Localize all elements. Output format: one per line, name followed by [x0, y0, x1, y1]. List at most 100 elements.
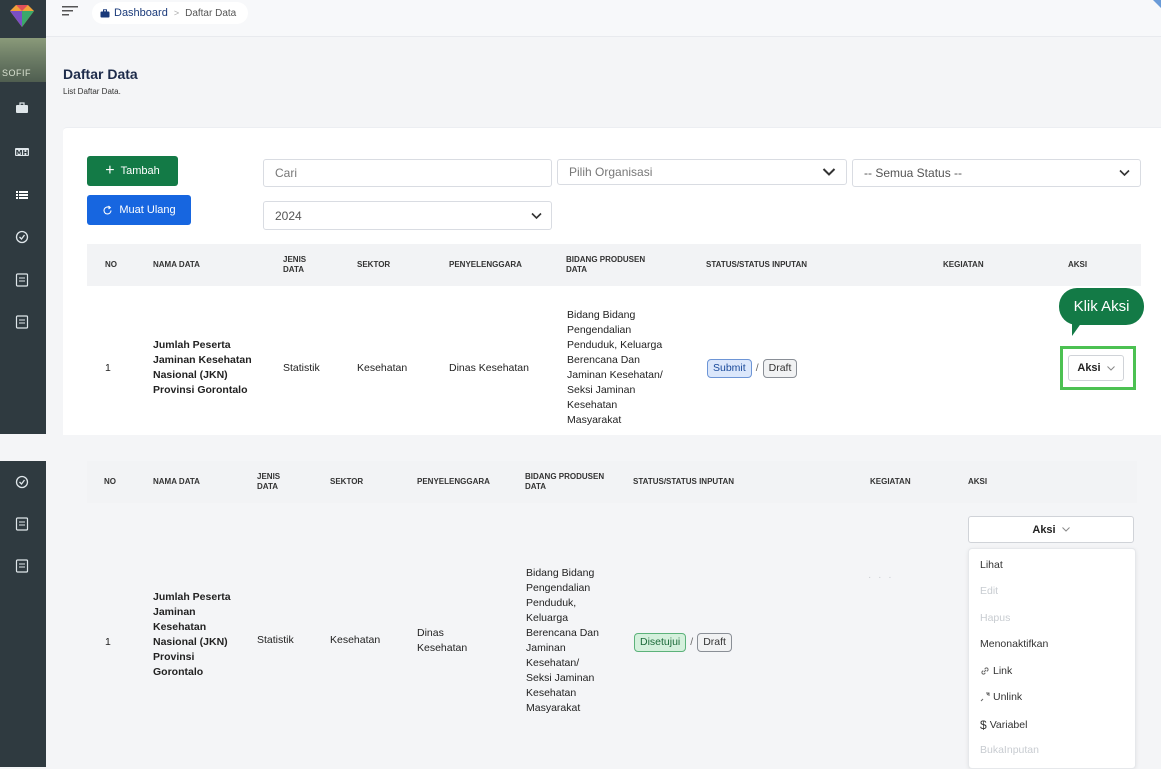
menu-item-label: Edit	[980, 585, 999, 597]
aksi-dropdown-menu: Lihat Edit Hapus Menonaktifkan Link Unli…	[968, 548, 1136, 769]
chevron-down-icon	[531, 212, 542, 219]
document-icon[interactable]	[14, 273, 30, 287]
menu-toggle-icon[interactable]	[62, 5, 78, 17]
column-header-penyelenggara: PENYELENGGARA	[449, 260, 522, 269]
check-circle-icon[interactable]	[14, 230, 30, 244]
status-select[interactable]: -- Semua Status --	[852, 159, 1141, 187]
cell-jenis-data: Statistik	[283, 362, 320, 374]
cell-bidang: Bidang Bidang Pengendalian Penduduk, Kel…	[526, 567, 599, 714]
cell-penyelenggara: Dinas Kesehatan	[417, 627, 468, 654]
svg-text:MH: MH	[16, 149, 29, 157]
column-header-nama-data: NAMA DATA	[153, 260, 200, 269]
menu-item-label: Menonaktifkan	[980, 638, 1049, 650]
chevron-down-icon	[1106, 365, 1115, 371]
menu-item-hapus: Hapus	[980, 612, 1010, 624]
year-select-value: 2024	[275, 208, 302, 223]
logo-icon	[10, 5, 34, 27]
sidebar: SOFIF MH	[0, 0, 46, 434]
menu-item-menonaktifkan[interactable]: Menonaktifkan	[980, 638, 1048, 650]
mh-icon[interactable]: MH	[14, 145, 30, 159]
status-badge: Submit	[707, 359, 752, 378]
photo-label: SOFIF	[2, 68, 31, 78]
aksi-button-label: Aksi	[1032, 523, 1056, 536]
chevron-down-icon	[822, 168, 836, 176]
breadcrumb: Dashboard > Daftar Data	[92, 2, 249, 24]
cell-status: Disetujui / Draft	[634, 633, 732, 652]
menu-item-label: Lihat	[980, 559, 1003, 571]
status-select-value: -- Semua Status --	[864, 166, 963, 180]
briefcase-icon[interactable]	[14, 101, 30, 115]
organization-select[interactable]: Pilih Organisasi	[557, 159, 847, 185]
column-header-no: NO	[105, 260, 117, 269]
aksi-button-label: Aksi	[1077, 362, 1101, 374]
menu-item-buka-inputan: BukaInputan	[980, 744, 1039, 756]
menu-item-variabel[interactable]: $ Variabel	[980, 718, 1027, 732]
plus-icon: +	[105, 162, 115, 179]
column-header-penyelenggara: PENYELENGGARA	[417, 477, 490, 486]
link-icon	[981, 667, 989, 675]
sidebar	[0, 461, 46, 767]
page-title: Daftar Data	[63, 66, 138, 82]
column-header-jenis-data: JENIS DATA	[283, 255, 307, 274]
year-select[interactable]: 2024	[263, 201, 552, 230]
column-header-aksi: AKSI	[1068, 260, 1088, 269]
column-header-nama-data: NAMA DATA	[153, 477, 200, 486]
column-header-status: STATUS/STATUS INPUTAN	[706, 260, 808, 269]
document-icon[interactable]	[14, 517, 30, 531]
reload-button[interactable]: Muat Ulang	[87, 195, 191, 225]
column-header-kegiatan: KEGIATAN	[943, 260, 984, 269]
column-header-sektor: SEKTOR	[357, 260, 391, 269]
menu-item-unlink[interactable]: Unlink	[980, 691, 1022, 703]
corner-icon	[1153, 0, 1161, 8]
tooltip-tail	[1072, 322, 1082, 336]
sidebar-photo: SOFIF	[0, 38, 46, 82]
column-header-sektor: SEKTOR	[330, 477, 364, 486]
add-button-label: Tambah	[120, 165, 160, 177]
check-circle-icon[interactable]	[14, 475, 30, 489]
menu-item-edit: Edit	[980, 585, 998, 597]
unlink-icon	[980, 692, 990, 702]
aksi-button[interactable]: Aksi	[968, 516, 1134, 543]
list-icon[interactable]	[14, 188, 30, 202]
menu-item-label: Unlink	[993, 691, 1023, 703]
cell-status: Submit / Draft	[707, 359, 798, 378]
table-header: NO NAMA DATA JENIS DATA SEKTOR PENYELENG…	[87, 244, 1141, 286]
page-subtitle: List Daftar Data.	[63, 87, 121, 96]
column-header-bidang: BIDANG PRODUSEN DATA	[525, 472, 605, 491]
add-button[interactable]: + Tambah	[87, 156, 178, 186]
cell-sektor: Kesehatan	[357, 362, 408, 374]
cell-jenis-data: Statistik	[257, 634, 294, 646]
breadcrumb-separator: >	[173, 8, 180, 18]
breadcrumb-home[interactable]: Dashboard	[100, 7, 168, 19]
cell-no: 1	[105, 362, 111, 374]
cell-bidang: Bidang Bidang Pengendalian Penduduk, Kel…	[567, 309, 663, 426]
status-badge: Disetujui	[634, 633, 687, 652]
column-header-no: NO	[104, 477, 116, 486]
column-header-status: STATUS/STATUS INPUTAN	[633, 477, 735, 486]
menu-item-link[interactable]: Link	[980, 665, 1012, 677]
column-header-jenis-data: JENIS DATA	[257, 472, 281, 491]
search-input[interactable]: Cari	[263, 159, 552, 187]
menu-item-lihat[interactable]: Lihat	[980, 559, 1003, 571]
menu-item-label: BukaInputan	[980, 744, 1039, 756]
aksi-button[interactable]: Aksi	[1068, 355, 1124, 381]
chevron-down-icon	[1061, 527, 1070, 532]
status-input-badge: Draft	[762, 359, 798, 378]
breadcrumb-current: Daftar Data	[185, 7, 237, 19]
menu-item-label: Link	[993, 665, 1013, 677]
status-input-badge: Draft	[697, 633, 732, 652]
menu-item-label: Variabel	[989, 719, 1028, 731]
kegiatan-cell-faded: · · ·	[868, 572, 894, 583]
menu-item-label: Hapus	[980, 612, 1011, 624]
document-icon[interactable]	[14, 559, 30, 573]
chevron-down-icon	[1119, 169, 1130, 177]
search-placeholder: Cari	[275, 166, 298, 180]
reload-button-label: Muat Ulang	[119, 204, 176, 216]
cell-no: 1	[105, 636, 111, 648]
briefcase-icon	[100, 8, 110, 17]
column-header-bidang: BIDANG PRODUSEN DATA	[566, 255, 646, 274]
cell-nama-data: Jumlah Peserta Jaminan Kesehatan Nasiona…	[153, 339, 252, 396]
document-icon[interactable]	[14, 315, 30, 329]
cell-sektor: Kesehatan	[330, 634, 381, 646]
dollar-icon: $	[980, 718, 987, 732]
